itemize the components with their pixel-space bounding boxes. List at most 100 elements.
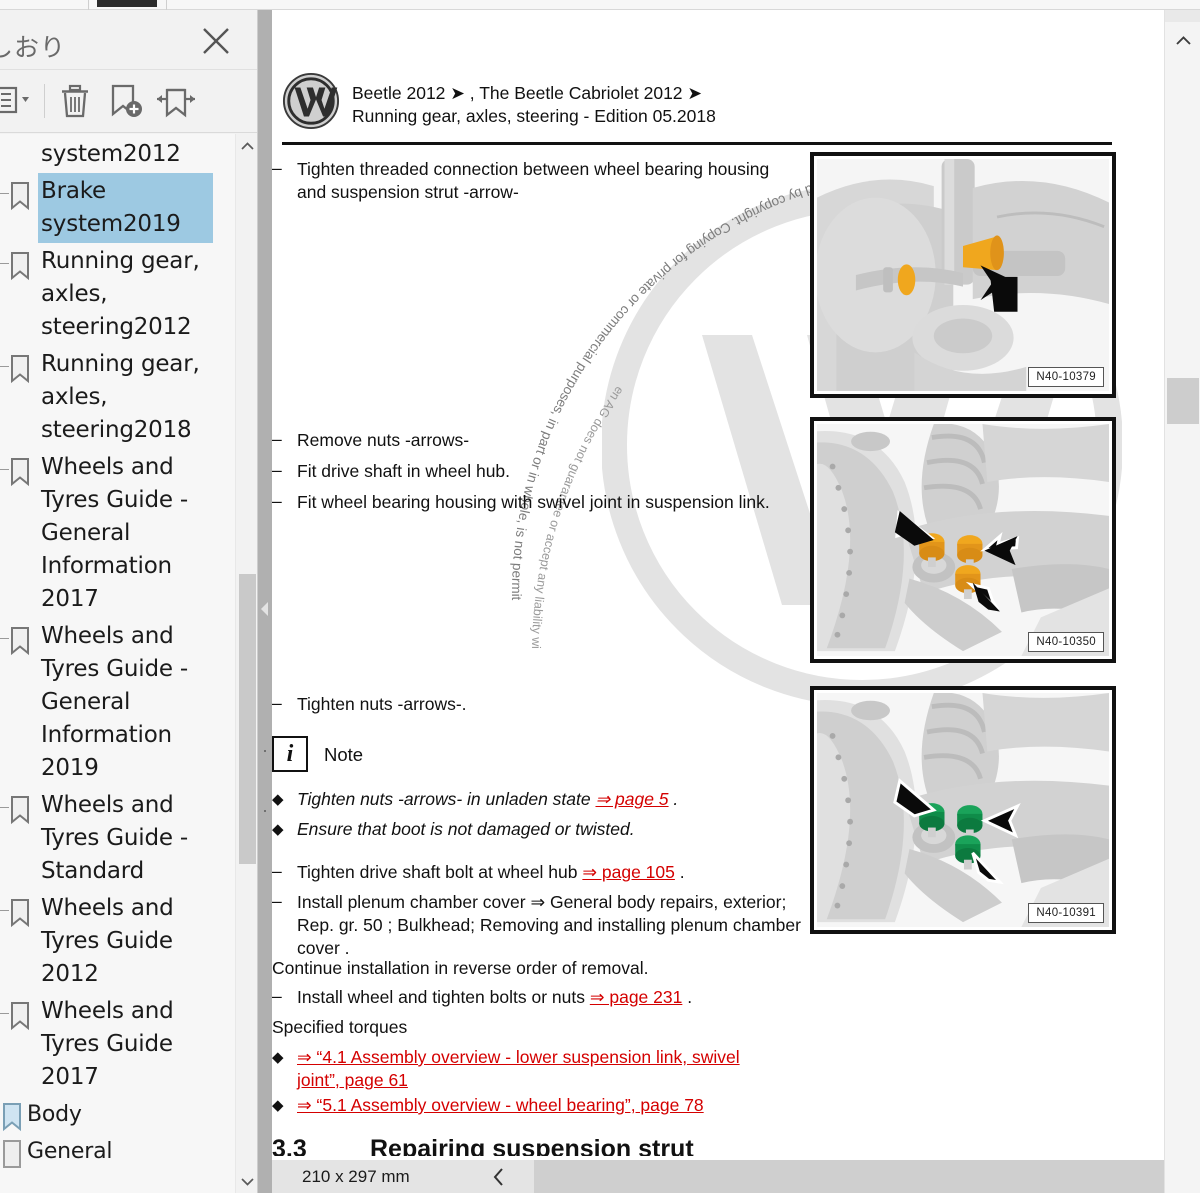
bookmark-icon <box>8 136 38 144</box>
instruction-install-plenum-chamber-cover: – Install plenum chamber cover ⇒ General… <box>272 891 801 958</box>
instruction-tighten-threaded-connection: – Tighten threaded connection between wh… <box>272 158 770 202</box>
bookmark-item-label: system2012 <box>41 141 181 167</box>
instruction-fit-drive-shaft: – Fit drive shaft in wheel hub. <box>272 460 511 481</box>
trash-icon[interactable] <box>56 82 94 125</box>
figure-3-caption: N40-10391 <box>1028 903 1104 923</box>
bookmark-item-6[interactable]: Wheels and Tyres Guide - Standard <box>0 787 230 890</box>
add-bookmark-icon[interactable] <box>106 82 146 125</box>
bookmark-item-4[interactable]: Wheels and Tyres Guide - General Informa… <box>0 449 230 618</box>
figure-3: N40-10391 <box>810 686 1116 934</box>
bookmark-panel: しおり system2012 Brake system2019 Running … <box>0 10 258 1193</box>
bookmark-list-container: system2012 Brake system2019 Running gear, … <box>0 134 257 1193</box>
link-page-231[interactable]: ⇒ page 231 <box>590 987 683 1007</box>
bookmark-item-9[interactable]: Body <box>0 1096 230 1133</box>
diamond-bullet: ◆ <box>272 821 284 838</box>
bookmark-icon <box>8 618 38 656</box>
bookmark-icon <box>8 173 38 211</box>
b6-text: Tighten drive shaft bolt at wheel hub <box>297 862 583 882</box>
bookmark-panel-header: しおり <box>0 10 257 70</box>
tree-connector <box>0 638 9 639</box>
collapse-panel-arrow-left-icon[interactable] <box>259 595 271 623</box>
dash-bullet: – <box>272 460 282 480</box>
application-window: しおり system2012 Brake system2019 Running … <box>0 0 1200 1193</box>
bookmark-item-10[interactable]: General <box>0 1133 230 1170</box>
link-page-105[interactable]: ⇒ page 105 <box>582 862 675 882</box>
bookmark-list: system2012 Brake system2019 Running gear, … <box>0 134 230 1170</box>
header-rule <box>282 142 1112 145</box>
dash-bullet: – <box>272 693 282 713</box>
status-bar: 210 x 297 mm <box>272 1156 1164 1193</box>
document-scrollbar[interactable] <box>1164 10 1200 1193</box>
bookmark-scroll-up-chevron-up-icon[interactable] <box>236 134 257 158</box>
list-options-icon[interactable] <box>0 82 40 123</box>
bookmark-item-1[interactable]: Brake system2019 <box>0 173 230 243</box>
bookmark-item-3[interactable]: Running gear, axles, steering2018 <box>0 346 230 449</box>
instruction-tighten-drive-shaft-bolt: – Tighten drive shaft bolt at wheel hub … <box>272 861 812 884</box>
dash-bullet: – <box>272 891 282 911</box>
bookmark-item-label: Running gear, axles, steering2018 <box>41 351 200 443</box>
tab-strip <box>0 0 1200 10</box>
header-line-1: Beetle 2012 ➤ , The Beetle Cabriolet 201… <box>352 83 703 103</box>
torque-link-item-1: ◆ ⇒ “4.1 Assembly overview - lower suspe… <box>272 1046 772 1092</box>
tree-connector <box>0 1013 9 1014</box>
bookmark-icon <box>8 993 38 1031</box>
bookmark-icon <box>8 787 38 825</box>
header-line-2: Running gear, axles, steering - Edition … <box>352 106 716 126</box>
b9-text: Install wheel and tighten bolts or nuts <box>297 987 590 1007</box>
figure-2-caption: N40-10350 <box>1028 632 1104 652</box>
figure-1-caption: N40-10379 <box>1028 367 1104 387</box>
tree-connector <box>0 263 9 264</box>
page-size-indicator: 210 x 297 mm <box>272 1160 464 1193</box>
link-page-5[interactable]: ⇒ page 5 <box>595 789 668 809</box>
instruction-tighten-nuts: – Tighten nuts -arrows-. <box>272 693 467 714</box>
document-page: Protected by copyright. Copying for priv… <box>272 10 1164 1163</box>
bookmark-item-7[interactable]: Wheels and Tyres Guide 2012 <box>0 890 230 993</box>
bookmark-scrollbar[interactable] <box>235 134 257 1193</box>
bookmark-icon <box>8 449 38 487</box>
vw-logo <box>282 72 340 130</box>
bookmark-icon <box>8 346 38 384</box>
scroll-thumb[interactable] <box>1167 378 1199 424</box>
instruction-remove-nuts: – Remove nuts -arrows- <box>272 429 470 450</box>
instruction-install-wheel: – Install wheel and tighten bolts or nut… <box>272 986 812 1009</box>
bookmark-item-label: Body <box>27 1102 82 1127</box>
bookmark-scroll-down-chevron-down-icon[interactable] <box>236 1169 257 1193</box>
bookmark-item-5[interactable]: Wheels and Tyres Guide - General Informa… <box>0 618 230 787</box>
info-icon: i <box>272 736 308 772</box>
scroll-up-chevron-up-icon[interactable] <box>1165 24 1200 58</box>
dash-bullet: – <box>272 986 282 1006</box>
figure-2: N40-10350 <box>810 417 1116 663</box>
bookmark-toolbar <box>0 70 257 133</box>
note-label: Note <box>324 744 364 765</box>
tree-connector <box>0 910 9 911</box>
tab-active-indicator[interactable] <box>97 0 157 7</box>
bookmark-item-2[interactable]: Running gear, axles, steering2012 <box>0 243 230 346</box>
link-assembly-overview-lower-suspension-link[interactable]: ⇒ “4.1 Assembly overview - lower suspens… <box>297 1046 772 1092</box>
instruction-continue-installation: Continue installation in reverse order o… <box>272 958 649 978</box>
bookmark-item-label: Wheels and Tyres Guide 2012 <box>41 895 174 987</box>
bookmark-item-0[interactable]: system2012 <box>0 136 230 173</box>
note-2-text: Ensure that boot is not damaged or twist… <box>297 819 635 839</box>
svg-text:en AG does not guarantee or ac: en AG does not guarantee or accept any l… <box>452 130 626 649</box>
b9-suffix: . <box>682 987 693 1007</box>
bookmark-icon <box>8 890 38 928</box>
bookmark-item-label: Running gear, axles, steering2012 <box>41 248 200 340</box>
dash-bullet: – <box>272 861 282 881</box>
close-icon[interactable] <box>199 24 233 58</box>
specified-torques-heading: Specified torques <box>272 1017 408 1037</box>
previous-page-chevron-left-icon[interactable] <box>464 1160 534 1193</box>
dash-bullet: – <box>272 429 282 449</box>
bookmark-item-8[interactable]: Wheels and Tyres Guide 2017 <box>0 993 230 1096</box>
expand-collapse-bookmarks-icon[interactable] <box>155 82 197 125</box>
link-assembly-overview-wheel-bearing[interactable]: ⇒ “5.1 Assembly overview - wheel bearing… <box>297 1094 704 1117</box>
figure-1: N40-10379 <box>810 152 1116 398</box>
bookmark-item-label: General <box>27 1139 113 1164</box>
panel-splitter[interactable] <box>258 10 272 1193</box>
bookmark-scroll-thumb[interactable] <box>239 574 256 864</box>
bookmark-item-label: Wheels and Tyres Guide - Standard <box>41 792 189 884</box>
tree-connector <box>0 807 9 808</box>
diamond-bullet: ◆ <box>272 1049 284 1066</box>
bookmark-icon <box>0 1096 24 1132</box>
document-viewport[interactable]: Protected by copyright. Copying for priv… <box>272 10 1164 1193</box>
bookmark-item-label: Wheels and Tyres Guide - General Informa… <box>41 623 189 781</box>
